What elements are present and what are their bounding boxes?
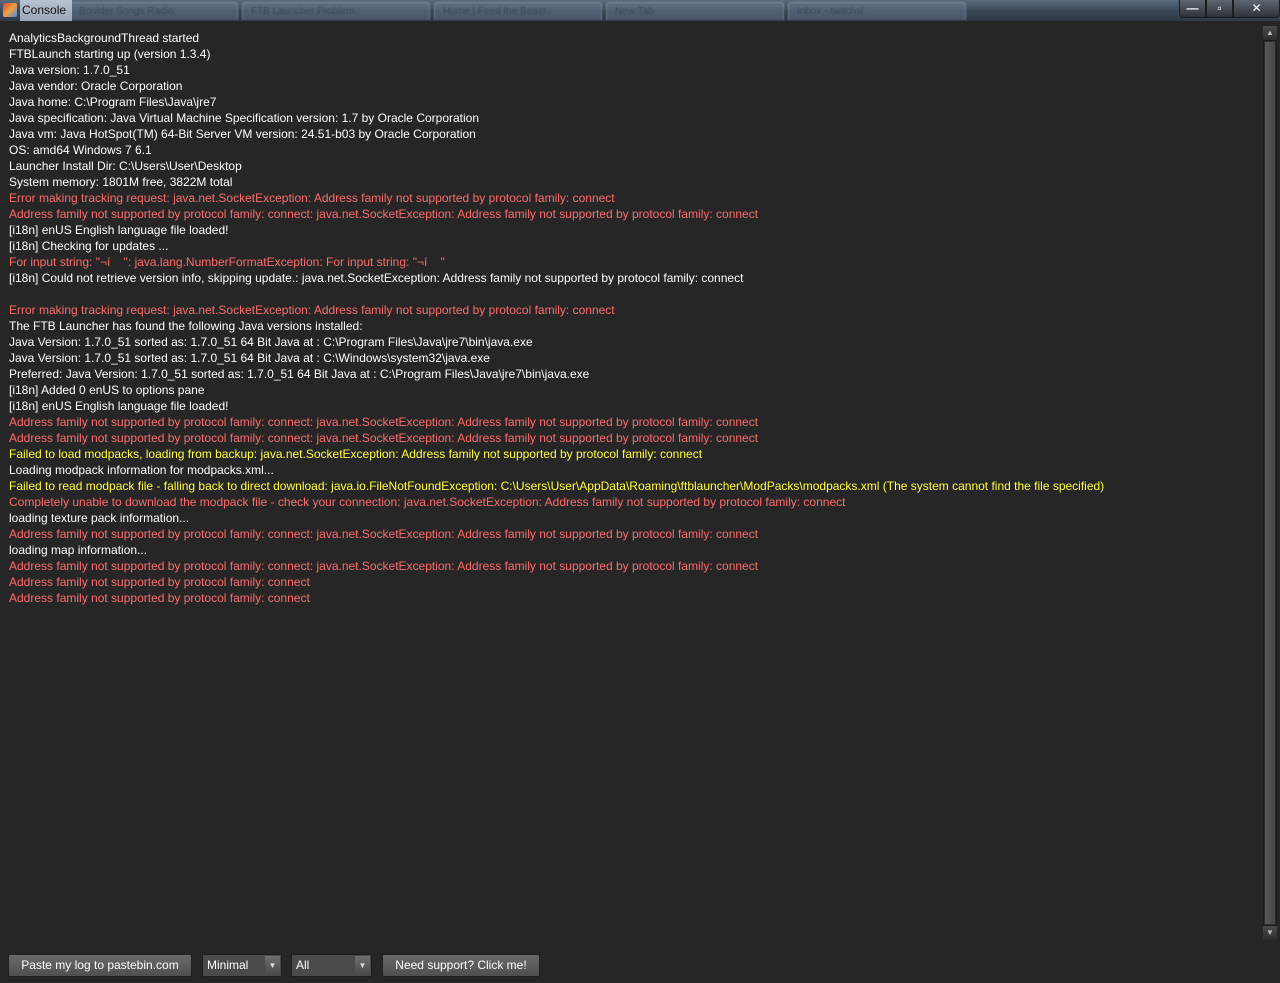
close-button[interactable]: ✕: [1233, 0, 1280, 18]
background-tab: Inbox - twitchsf: [788, 2, 966, 20]
minimize-button[interactable]: —: [1179, 0, 1206, 18]
log-line: Address family not supported by protocol…: [9, 527, 759, 541]
log-line: Address family not supported by protocol…: [9, 575, 310, 589]
log-line: Address family not supported by protocol…: [9, 591, 310, 605]
log-level-value: Minimal: [207, 958, 249, 972]
background-browser-tabs: Boulder Songs Radio FTB Launcher Problem…: [70, 2, 970, 21]
title-bar: Boulder Songs Radio FTB Launcher Problem…: [0, 0, 1280, 21]
log-line: Address family not supported by protocol…: [9, 415, 759, 429]
console-window: Boulder Songs Radio FTB Launcher Problem…: [0, 0, 1280, 983]
log-line: Java vendor: Oracle Corporation: [9, 79, 183, 93]
log-line: Java version: 1.7.0_51: [9, 63, 130, 77]
log-line: Completely unable to download the modpac…: [9, 495, 846, 509]
scroll-down-icon[interactable]: ▼: [1263, 926, 1277, 940]
log-filter-value: All: [296, 958, 310, 972]
log-line: Failed to read modpack file - falling ba…: [9, 479, 1105, 493]
log-line: Preferred: Java Version: 1.7.0_51 sorted…: [9, 367, 590, 381]
background-tab: FTB Launcher Problem: [242, 2, 430, 20]
log-line: Java home: C:\Program Files\Java\jre7: [9, 95, 217, 109]
vertical-scrollbar[interactable]: ▲ ▼: [1263, 26, 1277, 940]
log-line: AnalyticsBackgroundThread started: [9, 31, 200, 45]
log-line: [i18n] Added 0 enUS to options pane: [9, 383, 205, 397]
log-line: Java specification: Java Virtual Machine…: [9, 111, 480, 125]
log-line: [i18n] enUS English language file loaded…: [9, 223, 229, 237]
log-line: For input string: "¬í ": java.lang.Numbe…: [9, 255, 445, 269]
background-tab: Boulder Songs Radio: [70, 2, 238, 20]
log-line: [i18n] Checking for updates ...: [9, 239, 169, 253]
log-line: Failed to load modpacks, loading from ba…: [9, 447, 703, 461]
log-line: Loading modpack information for modpacks…: [9, 463, 274, 477]
log-line: Error making tracking request: java.net.…: [9, 191, 615, 205]
log-line: Error making tracking request: java.net.…: [9, 303, 615, 317]
window-title: Console: [20, 0, 73, 21]
bottom-toolbar: Paste my log to pastebin.com Minimal ▼ A…: [0, 945, 1280, 983]
app-icon: [3, 3, 17, 17]
log-line: Address family not supported by protocol…: [9, 207, 759, 221]
log-line: Java vm: Java HotSpot(TM) 64-Bit Server …: [9, 127, 476, 141]
chevron-down-icon: ▼: [265, 956, 280, 975]
background-tab: New Tab: [606, 2, 784, 20]
background-tab: Home | Feed the Beast: [434, 2, 602, 20]
window-controls: — ▫ ✕: [1179, 0, 1280, 19]
scroll-up-icon[interactable]: ▲: [1263, 26, 1277, 40]
console-log[interactable]: AnalyticsBackgroundThread started FTBLaun…: [0, 26, 1262, 940]
log-line: OS: amd64 Windows 7 6.1: [9, 143, 152, 157]
close-icon: ✕: [1251, 1, 1262, 15]
log-line: The FTB Launcher has found the following…: [9, 319, 363, 333]
log-line: [i18n] Could not retrieve version info, …: [9, 271, 744, 285]
log-line: Java Version: 1.7.0_51 sorted as: 1.7.0_…: [9, 335, 533, 349]
support-button[interactable]: Need support? Click me!: [382, 954, 540, 977]
log-line: Address family not supported by protocol…: [9, 559, 759, 573]
maximize-button[interactable]: ▫: [1206, 0, 1233, 18]
log-level-select[interactable]: Minimal ▼: [202, 954, 282, 977]
maximize-icon: ▫: [1217, 1, 1222, 15]
log-line: loading texture pack information...: [9, 511, 190, 525]
log-line: [i18n] enUS English language file loaded…: [9, 399, 229, 413]
log-line: FTBLaunch starting up (version 1.3.4): [9, 47, 211, 61]
log-filter-select[interactable]: All ▼: [291, 954, 372, 977]
chevron-down-icon: ▼: [355, 956, 370, 975]
paste-log-button[interactable]: Paste my log to pastebin.com: [8, 954, 192, 977]
minimize-icon: —: [1186, 1, 1199, 15]
log-line: System memory: 1801M free, 3822M total: [9, 175, 233, 189]
log-line: Launcher Install Dir: C:\Users\User\Desk…: [9, 159, 242, 173]
scroll-thumb[interactable]: [1264, 41, 1276, 925]
log-line: loading map information...: [9, 543, 148, 557]
log-line: Address family not supported by protocol…: [9, 431, 759, 445]
log-line: Java Version: 1.7.0_51 sorted as: 1.7.0_…: [9, 351, 490, 365]
